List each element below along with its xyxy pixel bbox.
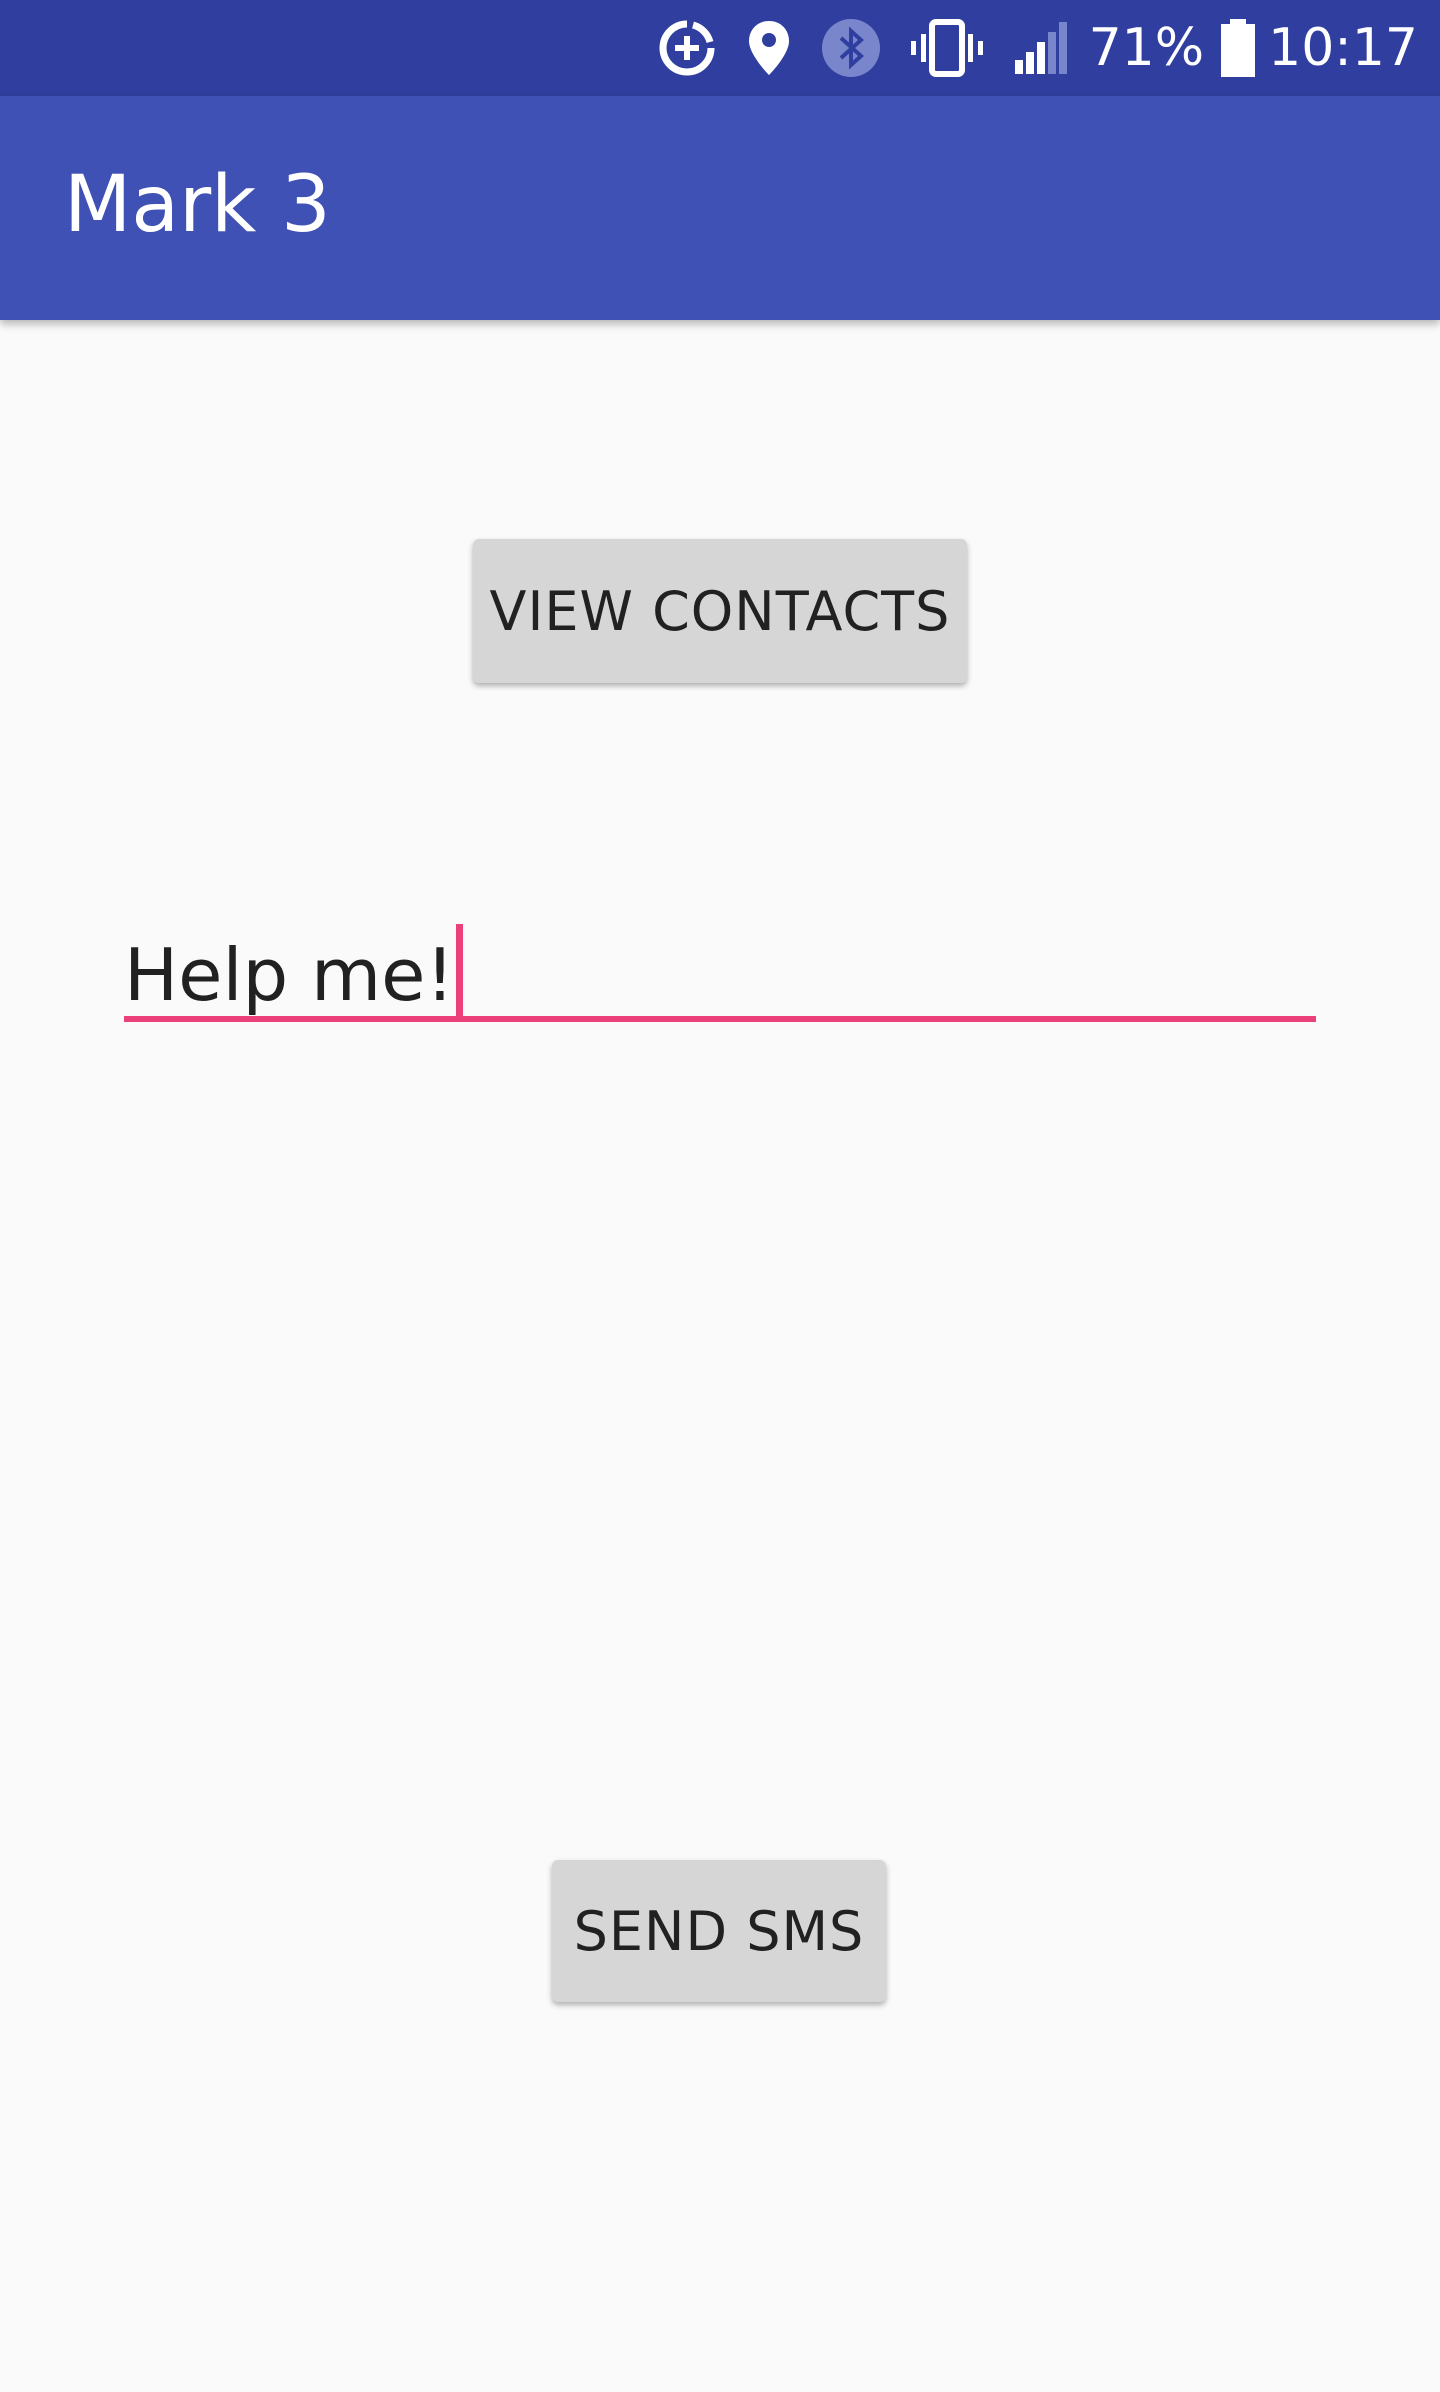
location-icon <box>745 18 793 78</box>
message-field[interactable]: Help me! <box>124 896 1316 1026</box>
app-title: Mark 3 <box>64 160 331 250</box>
status-clock: 10:17 <box>1268 18 1418 78</box>
vibrate-icon <box>909 18 985 78</box>
bluetooth-icon <box>821 18 881 78</box>
message-input-value: Help me! <box>124 933 455 1017</box>
status-bar: 71% 10:17 <box>0 0 1440 96</box>
signal-icon <box>1013 20 1071 76</box>
send-sms-button[interactable]: SEND SMS <box>552 1860 886 2002</box>
view-contacts-button[interactable]: VIEW CONTACTS <box>473 539 967 683</box>
message-input[interactable]: Help me! <box>124 924 464 1020</box>
data-saver-icon <box>657 18 717 78</box>
battery-percent: 71% <box>1088 18 1205 78</box>
text-caret <box>456 924 464 1020</box>
message-field-underline <box>124 1016 1316 1022</box>
app-bar: Mark 3 <box>0 96 1440 320</box>
battery-icon <box>1220 18 1256 78</box>
status-icons: 71% 10:17 <box>629 0 1418 96</box>
